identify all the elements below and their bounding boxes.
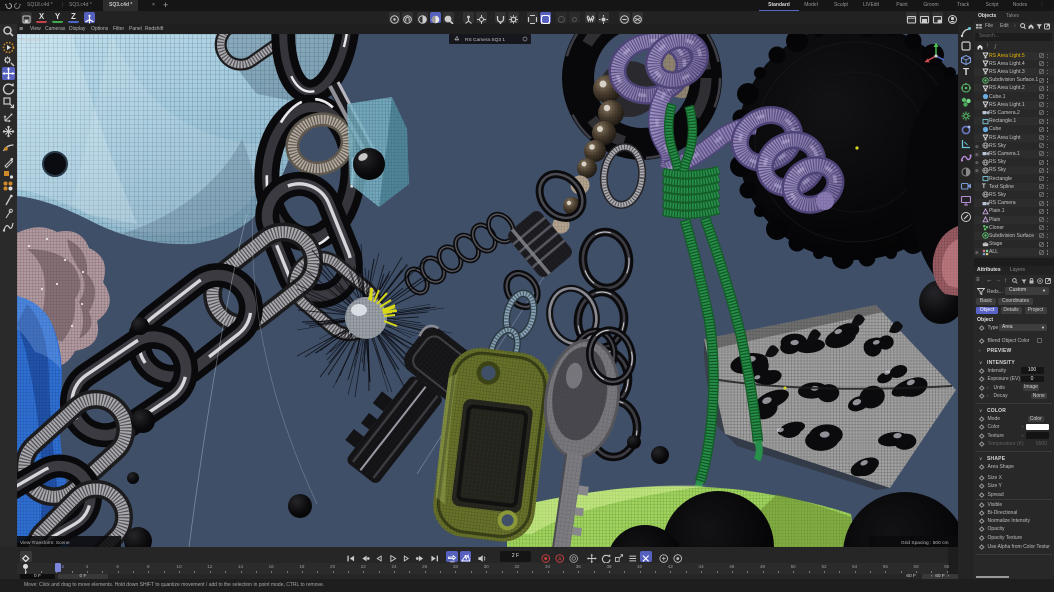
svg-text:Grid Spacing : 500 cm: Grid Spacing : 500 cm xyxy=(901,540,948,546)
svg-text:Perspective: Perspective xyxy=(20,37,44,42)
svg-text:View Transform: Scene: View Transform: Scene xyxy=(20,540,70,546)
svg-text:A: A xyxy=(558,556,562,562)
svg-text:RS Camera SQ3 1: RS Camera SQ3 1 xyxy=(465,37,505,43)
